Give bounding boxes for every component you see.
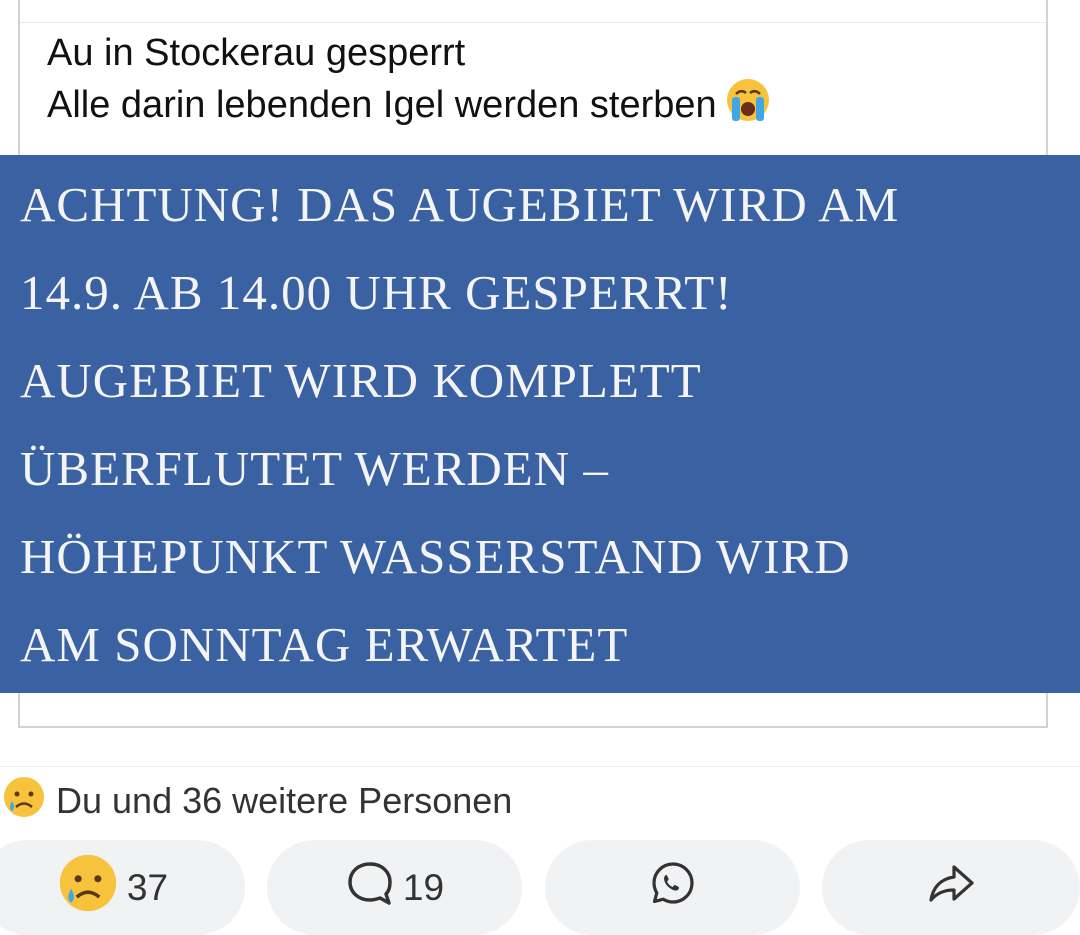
notice-line-2: 14.9. AB 14.00 UHR GESPERRT! <box>20 265 733 320</box>
caption-line-2-text: Alle darin lebenden Igel werden sterben <box>47 84 717 126</box>
notice-line-3: AUGEBIET WIRD KOMPLETT <box>20 353 702 408</box>
caption-line-2: Alle darin lebenden Igel werden sterben <box>47 77 771 135</box>
notice-line-6: AM SONNTAG ERWARTET <box>20 617 629 672</box>
post-caption: Au in Stockerau gesperrt Alle darin lebe… <box>47 30 771 135</box>
share-arrow-icon <box>926 861 976 914</box>
reaction-summary-text: Du und 36 weitere Personen <box>56 780 513 821</box>
reaction-count: 37 <box>126 866 169 908</box>
action-bar: 37 19 <box>0 840 1080 935</box>
divider <box>20 22 1046 23</box>
sad-tear-face-icon <box>57 852 119 923</box>
share-button[interactable] <box>822 840 1080 935</box>
caption-line-1: Au in Stockerau gesperrt <box>47 32 466 74</box>
notice-line-4: ÜBERFLUTET WERDEN – <box>20 441 609 496</box>
loudly-crying-face-icon <box>725 77 771 135</box>
whatsapp-share-button[interactable] <box>545 840 800 935</box>
whatsapp-icon <box>650 860 696 915</box>
comment-bubble-icon <box>345 858 395 917</box>
react-button[interactable]: 37 <box>0 840 245 935</box>
sad-tear-face-icon <box>2 775 46 828</box>
notice-image[interactable]: ACHTUNG! DAS AUGEBIET WIRD AM 14.9. AB 1… <box>0 155 1080 693</box>
notice-line-5: HÖHEPUNKT WASSERSTAND WIRD <box>20 529 851 584</box>
reaction-summary[interactable]: Du und 36 weitere Personen <box>2 776 513 824</box>
comment-count: 19 <box>402 866 445 908</box>
notice-line-1: ACHTUNG! DAS AUGEBIET WIRD AM <box>20 177 900 232</box>
divider <box>0 766 1080 767</box>
comment-button[interactable]: 19 <box>267 840 522 935</box>
